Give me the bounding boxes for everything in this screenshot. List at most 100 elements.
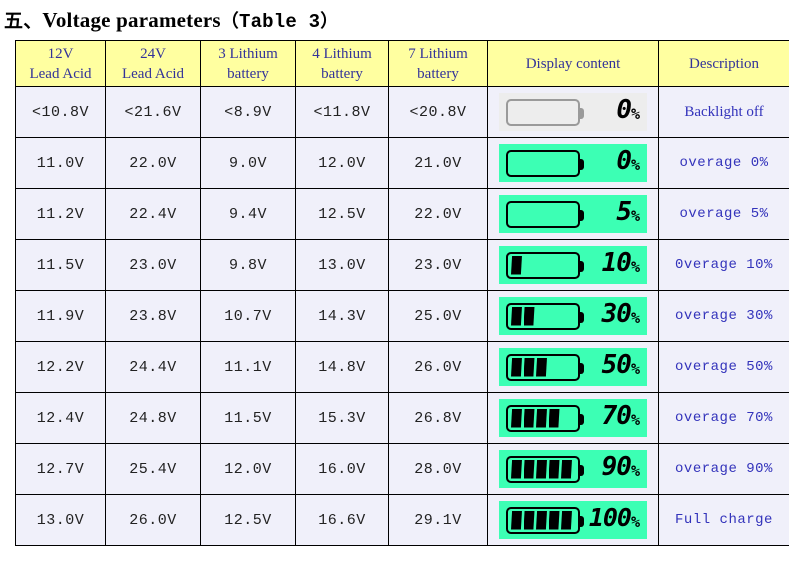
table-row: 11.2V 22.4V 9.4V 12.5V 22.0V 5% overage 5% <box>15 188 789 240</box>
table-row: 13.0V 26.0V 12.5V 16.6V 29.1V 100% Full charge <box>15 494 789 546</box>
battery-percent-value: 10 <box>601 248 632 278</box>
battery-level-bar <box>523 459 535 479</box>
voltage-cell-v12: 11.9V <box>15 290 106 342</box>
voltage-cell-v12: 11.0V <box>15 137 106 189</box>
battery-level-bar <box>561 510 572 530</box>
table-row: 12.7V 25.4V 12.0V 16.0V 28.0V 90% overage 90% <box>15 443 789 495</box>
lcd-screen: 90% <box>499 450 647 488</box>
battery-level-bar <box>548 459 560 479</box>
percent-symbol: % <box>630 207 640 225</box>
display-content-cell: 90% <box>487 443 659 495</box>
description-cell: overage 70% <box>658 392 789 444</box>
battery-icon <box>506 353 584 381</box>
voltage-cell-li7: 28.0V <box>388 443 488 495</box>
battery-percent-readout: 0% <box>580 97 641 127</box>
voltage-cell-li3: 9.4V <box>200 188 296 240</box>
lcd-screen: 0% <box>499 93 647 131</box>
voltage-cell-v24: <21.6V <box>105 86 201 138</box>
battery-icon <box>506 149 584 177</box>
battery-level-bar <box>511 357 522 377</box>
description-cell: overage 30% <box>658 290 789 342</box>
voltage-cell-v12: <10.8V <box>15 86 106 138</box>
battery-level-bar <box>511 510 522 530</box>
display-content-cell: 0% <box>487 86 659 138</box>
percent-symbol: % <box>630 513 640 531</box>
voltage-cell-v24: 26.0V <box>105 494 201 546</box>
lcd-screen: 5% <box>499 195 647 233</box>
table-row: 12.4V 24.8V 11.5V 15.3V 26.8V 70% overage 70% <box>15 392 789 444</box>
display-content-cell: 50% <box>487 341 659 393</box>
display-content-cell: 5% <box>487 188 659 240</box>
description-cell: overage 0% <box>658 137 789 189</box>
battery-icon <box>506 251 584 279</box>
title-text: Voltage parameters <box>42 8 221 32</box>
battery-level-bar <box>523 357 535 377</box>
battery-icon <box>506 404 584 432</box>
battery-percent-readout: 90% <box>580 454 641 484</box>
battery-percent-readout: 100% <box>580 505 641 535</box>
voltage-cell-v24: 25.4V <box>105 443 201 495</box>
lcd-screen: 100% <box>499 501 647 539</box>
voltage-cell-li4: 16.0V <box>295 443 389 495</box>
battery-level-bar <box>548 408 560 428</box>
column-header-12v-lead-acid: 12V Lead Acid <box>15 40 106 87</box>
voltage-cell-li7: <20.8V <box>388 86 488 138</box>
percent-symbol: % <box>630 309 640 327</box>
title-paren-open: （ <box>220 11 239 32</box>
lcd-screen: 50% <box>499 348 647 386</box>
voltage-cell-li4: <11.8V <box>295 86 389 138</box>
battery-percent-value: 0 <box>616 95 632 125</box>
percent-symbol: % <box>630 360 640 378</box>
percent-symbol: % <box>630 258 640 276</box>
voltage-cell-li3: 9.0V <box>200 137 296 189</box>
description-cell: overage 90% <box>658 443 789 495</box>
description-cell: overage 5% <box>658 188 789 240</box>
voltage-cell-li7: 26.8V <box>388 392 488 444</box>
voltage-cell-li3: 11.1V <box>200 341 296 393</box>
voltage-cell-v12: 11.2V <box>15 188 106 240</box>
voltage-cell-li4: 14.3V <box>295 290 389 342</box>
description-cell: 0verage 10% <box>658 239 789 291</box>
battery-level-bar <box>536 510 547 530</box>
battery-percent-readout: 5% <box>580 199 641 229</box>
voltage-cell-v24: 24.8V <box>105 392 201 444</box>
column-header-7-lithium-battery: 7 Lithium battery <box>388 40 488 87</box>
battery-level-bar <box>561 459 572 479</box>
description-cell: Full charge <box>658 494 789 546</box>
voltage-cell-v12: 12.2V <box>15 341 106 393</box>
battery-percent-value: 90 <box>601 452 632 482</box>
column-header-display-content: Display content <box>487 40 659 87</box>
percent-symbol: % <box>630 462 640 480</box>
voltage-cell-li3: 10.7V <box>200 290 296 342</box>
title-table-ref: Table 3 <box>238 11 321 33</box>
battery-percent-readout: 50% <box>580 352 641 382</box>
column-header-24v-lead-acid: 24V Lead Acid <box>105 40 201 87</box>
voltage-cell-li7: 26.0V <box>388 341 488 393</box>
voltage-cell-li3: <8.9V <box>200 86 296 138</box>
voltage-cell-v12: 12.7V <box>15 443 106 495</box>
percent-symbol: % <box>630 411 640 429</box>
voltage-cell-li4: 12.0V <box>295 137 389 189</box>
percent-symbol: % <box>630 105 640 123</box>
voltage-cell-li7: 25.0V <box>388 290 488 342</box>
voltage-cell-li4: 15.3V <box>295 392 389 444</box>
battery-icon <box>506 200 584 228</box>
voltage-cell-v24: 22.0V <box>105 137 201 189</box>
battery-level-bar <box>536 459 547 479</box>
battery-percent-readout: 0% <box>580 148 641 178</box>
display-content-cell: 70% <box>487 392 659 444</box>
lcd-screen: 70% <box>499 399 647 437</box>
voltage-cell-li3: 11.5V <box>200 392 296 444</box>
table-header-row: 12V Lead Acid 24V Lead Acid 3 Lithium ba… <box>15 40 789 87</box>
column-header-3-lithium-battery: 3 Lithium battery <box>200 40 296 87</box>
battery-icon <box>506 302 584 330</box>
voltage-cell-li3: 12.5V <box>200 494 296 546</box>
title-paren-close: ） <box>320 11 339 32</box>
battery-percent-value: 0 <box>616 146 632 176</box>
voltage-cell-li4: 12.5V <box>295 188 389 240</box>
voltage-cell-li4: 13.0V <box>295 239 389 291</box>
battery-level-bar <box>548 510 560 530</box>
voltage-cell-v24: 23.0V <box>105 239 201 291</box>
section-number: 五、 <box>4 10 43 32</box>
battery-icon <box>506 98 584 126</box>
